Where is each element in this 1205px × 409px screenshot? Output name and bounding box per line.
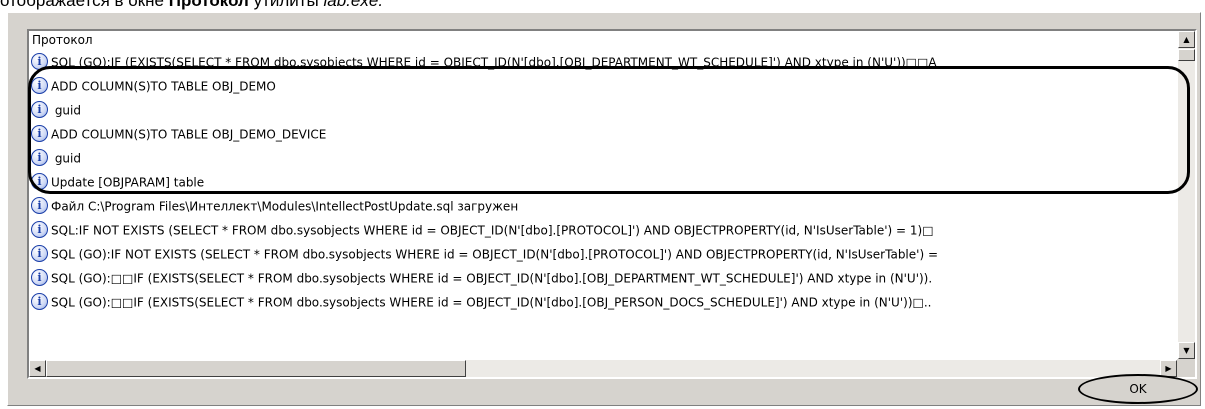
info-icon: i: [31, 101, 48, 118]
horizontal-scrollbar[interactable]: ◀ ▶: [29, 360, 1177, 377]
vertical-scrollbar[interactable]: ▲ ▼: [1178, 31, 1195, 359]
protocol-list[interactable]: Протокол i SQL (GO):IF (EXISTS(SELECT * F…: [27, 29, 1197, 379]
ok-button[interactable]: OK: [1078, 374, 1198, 404]
protocol-row-text: Update [OBJPARAM] table: [51, 175, 205, 190]
protocol-row[interactable]: i SQL (GO):IF (EXISTS(SELECT * FROM dbo.s…: [29, 50, 1177, 74]
info-icon: i: [31, 149, 48, 166]
protocol-row[interactable]: i SQL (GO):IF NOT EXISTS (SELECT * FROM d…: [29, 242, 1177, 266]
info-icon: i: [31, 125, 48, 142]
scrollbar-corner: [1177, 359, 1195, 377]
protocol-row[interactable]: i Update [OBJPARAM] table: [29, 170, 1177, 194]
protocol-header: Протокол: [32, 33, 93, 47]
protocol-row-text: guid: [51, 151, 81, 166]
protocol-row[interactable]: i guid: [29, 98, 1177, 122]
info-icon: i: [31, 245, 48, 262]
caption-bold: Протокол: [168, 0, 249, 10]
protocol-row-text: ADD COLUMN(S)TO TABLE OBJ_DEMO_DEVICE: [51, 127, 327, 142]
protocol-dialog: Протокол i SQL (GO):IF (EXISTS(SELECT * F…: [7, 12, 1201, 406]
protocol-row[interactable]: i ADD COLUMN(S)TO TABLE OBJ_DEMO_DEVICE: [29, 122, 1177, 146]
protocol-row-text: SQL:IF NOT EXISTS (SELECT * FROM dbo.sys…: [51, 223, 934, 238]
protocol-row-text: guid: [51, 103, 81, 118]
protocol-row[interactable]: i SQL (GO):□□IF (EXISTS(SELECT * FROM dbo…: [29, 290, 1177, 314]
protocol-list-content: Протокол i SQL (GO):IF (EXISTS(SELECT * F…: [29, 31, 1177, 359]
protocol-row[interactable]: i Файл C:\Program Files\Интеллект\Modules…: [29, 194, 1177, 218]
arrow-up-icon[interactable]: ▲: [1178, 31, 1195, 48]
protocol-rows: i SQL (GO):IF (EXISTS(SELECT * FROM dbo.s…: [29, 50, 1177, 314]
info-icon: i: [31, 221, 48, 238]
info-icon: i: [31, 173, 48, 190]
protocol-row[interactable]: i ADD COLUMN(S)TO TABLE OBJ_DEMO: [29, 74, 1177, 98]
protocol-row-text: ADD COLUMN(S)TO TABLE OBJ_DEMO: [51, 79, 276, 94]
protocol-row-text: SQL (GO):□□IF (EXISTS(SELECT * FROM dbo.…: [51, 295, 932, 310]
caption-mid: утилиты: [248, 0, 324, 10]
protocol-row[interactable]: i guid: [29, 146, 1177, 170]
info-icon: i: [31, 197, 48, 214]
protocol-row-text: SQL (GO):□□IF (EXISTS(SELECT * FROM dbo.…: [51, 271, 933, 286]
caption-prefix: отображается в окне: [0, 0, 169, 10]
vertical-scroll-thumb[interactable]: [1178, 49, 1195, 61]
protocol-row-text: Файл C:\Program Files\Интеллект\Modules\…: [51, 199, 519, 214]
protocol-row-text: SQL (GO):IF NOT EXISTS (SELECT * FROM db…: [51, 247, 938, 262]
arrow-down-icon[interactable]: ▼: [1178, 342, 1195, 359]
horizontal-scroll-thumb[interactable]: [46, 360, 466, 377]
caption-italic: lab.exe.: [323, 0, 384, 10]
protocol-row[interactable]: i SQL:IF NOT EXISTS (SELECT * FROM dbo.sy…: [29, 218, 1177, 242]
info-icon: i: [31, 269, 48, 286]
arrow-left-icon[interactable]: ◀: [29, 360, 46, 377]
protocol-row-text: SQL (GO):IF (EXISTS(SELECT * FROM dbo.sy…: [51, 55, 937, 70]
info-icon: i: [31, 77, 48, 94]
info-icon: i: [31, 293, 48, 310]
info-icon: i: [31, 53, 48, 70]
protocol-row[interactable]: i SQL (GO):□□IF (EXISTS(SELECT * FROM dbo…: [29, 266, 1177, 290]
